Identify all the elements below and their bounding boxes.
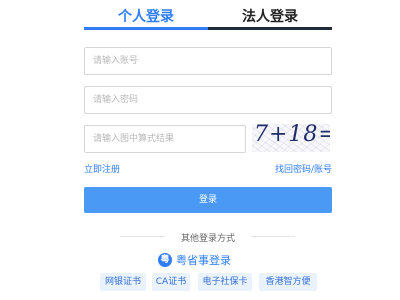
yss-login-label: 粤省事登录	[176, 254, 231, 267]
login-option-social-security-card[interactable]: 电子社保卡	[198, 273, 252, 291]
login-button[interactable]: 登录	[84, 187, 332, 213]
recover-account-link[interactable]: 找回密码/账号	[275, 162, 332, 175]
account-field[interactable]	[84, 47, 332, 75]
yss-logo-icon: 粤	[158, 253, 172, 267]
tab-inactive-indicator	[208, 27, 332, 30]
tab-legal-login[interactable]: 法人登录	[208, 6, 332, 26]
captcha-text: 7+18=?	[254, 124, 330, 147]
login-option-bank-cert[interactable]: 网银证书	[100, 273, 146, 291]
other-login-title: 其他登录方式	[165, 231, 251, 244]
tab-active-indicator	[84, 27, 208, 30]
tab-personal-login[interactable]: 个人登录	[84, 6, 208, 26]
captcha-input[interactable]	[85, 126, 245, 152]
captcha-image[interactable]: 7+18=?	[252, 124, 330, 152]
link-row: 立即注册 找回密码/账号	[84, 162, 332, 176]
login-option-ca-cert[interactable]: CA证书	[152, 273, 190, 291]
password-input[interactable]	[85, 87, 331, 113]
register-link[interactable]: 立即注册	[84, 162, 120, 175]
captcha-field[interactable]	[84, 125, 246, 153]
account-input[interactable]	[85, 48, 331, 74]
login-panel: 个人登录 法人登录 7+18=? 立即注册 找回密码/账号 登录 其他登录方式 …	[0, 0, 400, 300]
password-field[interactable]	[84, 86, 332, 114]
login-option-hk-smart[interactable]: 香港智方便	[259, 273, 317, 291]
login-tabs: 个人登录 法人登录	[84, 0, 332, 30]
